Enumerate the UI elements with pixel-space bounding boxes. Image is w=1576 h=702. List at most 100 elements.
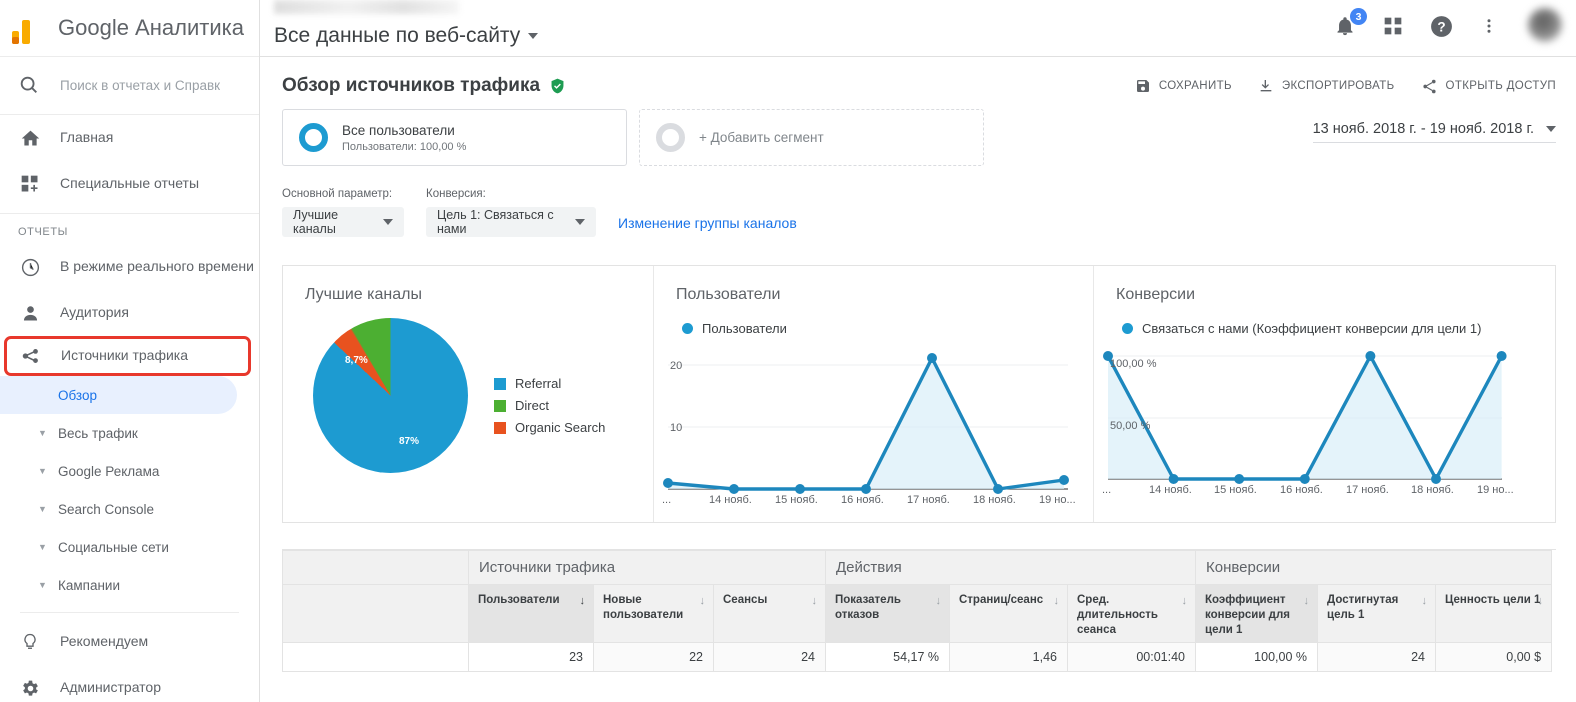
col-header-sessions[interactable]: Сеансы ↓ bbox=[713, 583, 826, 643]
users-ytick-20: 20 bbox=[670, 359, 683, 372]
legend-swatch-organic-icon bbox=[494, 421, 506, 434]
col-header-new-users-label: Новые пользователи bbox=[603, 593, 684, 621]
conversions-chart[interactable]: 100,00 % 50,00 % ... 14 нояб. 15 нояб. 1… bbox=[1094, 348, 1552, 498]
sidebar: Google Аналитика Поиск в отчетах и Справ… bbox=[0, 0, 260, 702]
sidebar-subitem-overview-label: Обзор bbox=[58, 387, 97, 403]
sidebar-item-acquisition[interactable]: Источники трафика bbox=[4, 336, 251, 376]
legend-label-referral: Referral bbox=[515, 376, 562, 391]
legend-item-referral[interactable]: Referral bbox=[494, 376, 605, 391]
sidebar-subitem-google-ads[interactable]: ▼ Google Реклама bbox=[0, 452, 259, 490]
sidebar-subitem-search-console[interactable]: ▼ Search Console bbox=[0, 490, 259, 528]
col-header-bounce-rate[interactable]: Показатель отказов ↓ bbox=[825, 583, 950, 643]
sidebar-subitem-campaigns[interactable]: ▼ Кампании bbox=[0, 566, 259, 604]
col-header-pages-per-session[interactable]: Страниц/сеанс ↓ bbox=[949, 583, 1068, 643]
chevron-down-icon: ▼ bbox=[38, 466, 47, 476]
sidebar-item-discover[interactable]: Рекомендуем bbox=[0, 619, 259, 665]
add-segment-button[interactable]: + Добавить сегмент bbox=[639, 109, 984, 166]
users-xtick-2: 15 нояб. bbox=[775, 493, 818, 506]
sidebar-section-reports: ОТЧЕТЫ bbox=[18, 226, 69, 238]
primary-dimension-group: Основной параметр: Лучшие каналы bbox=[282, 188, 404, 237]
sidebar-item-custom-reports[interactable]: Специальные отчеты bbox=[0, 161, 259, 207]
acquisition-icon bbox=[18, 344, 42, 368]
conversions-xtick-5: 18 нояб. bbox=[1411, 483, 1454, 496]
conversion-label: Конверсия: bbox=[426, 188, 486, 200]
avatar[interactable] bbox=[1528, 8, 1562, 42]
sidebar-item-realtime[interactable]: В режиме реального времени bbox=[0, 244, 259, 290]
save-button[interactable]: СОХРАНИТЬ bbox=[1135, 78, 1232, 94]
sidebar-subitem-overview[interactable]: Обзор bbox=[0, 376, 237, 414]
sidebar-item-realtime-label: В режиме реального времени bbox=[60, 258, 254, 275]
sidebar-subitem-google-ads-label: Google Реклама bbox=[58, 463, 160, 479]
conversions-card: Конверсии Связаться с нами (Коэффициент … bbox=[1093, 266, 1552, 522]
notifications-bell-icon[interactable]: 3 bbox=[1332, 8, 1367, 39]
chevron-down-icon bbox=[1546, 126, 1556, 132]
shield-check-icon bbox=[549, 77, 566, 95]
col-header-goal1-conv-rate[interactable]: Коэффициент конверсии для цели 1 ↓ bbox=[1195, 583, 1318, 643]
conversions-ytick-50: 50,00 % bbox=[1110, 419, 1151, 432]
legend-item-direct[interactable]: Direct bbox=[494, 398, 605, 413]
legend-swatch-referral-icon bbox=[494, 377, 506, 390]
page-header: Обзор источников трафика СОХРАНИТЬ ЭКСПО… bbox=[260, 57, 1576, 109]
pie-chart[interactable]: 8,7% 87% bbox=[313, 318, 468, 473]
conversions-legend: Связаться с нами (Коэффициент конверсии … bbox=[1094, 304, 1552, 338]
svg-text:?: ? bbox=[1437, 19, 1445, 34]
pie-label-direct: 8,7% bbox=[345, 355, 368, 366]
col-header-goal1-completions-label: Достигнутая цель 1 bbox=[1327, 593, 1399, 621]
top-channels-card: Лучшие каналы 8,7% 87% Referral Direct O… bbox=[283, 266, 653, 522]
table-row[interactable]: 23 22 24 54,17 % 1,46 00:01:40 100,00 % … bbox=[282, 641, 1553, 672]
sort-arrow-down-icon: ↓ bbox=[935, 594, 942, 607]
search-input[interactable]: Поиск в отчетах и Справк bbox=[0, 57, 259, 115]
segment-all-users[interactable]: Все пользователи Пользователи: 100,00 % bbox=[282, 109, 627, 166]
sidebar-subitem-social-label: Социальные сети bbox=[58, 539, 169, 555]
legend-item-organic[interactable]: Organic Search bbox=[494, 420, 605, 435]
brand-header[interactable]: Google Аналитика bbox=[0, 0, 259, 57]
export-button[interactable]: ЭКСПОРТИРОВАТЬ bbox=[1258, 78, 1395, 94]
legend-label-organic: Organic Search bbox=[515, 420, 606, 435]
sidebar-item-custom-reports-label: Специальные отчеты bbox=[60, 175, 200, 192]
top-channels-pie-area: 8,7% 87% Referral Direct Organic Search bbox=[283, 304, 653, 473]
topbar-icons: 3 ? bbox=[1332, 8, 1562, 56]
legend-label-direct: Direct bbox=[515, 398, 549, 413]
sidebar-item-admin-label: Администратор bbox=[60, 679, 162, 696]
col-header-goal1-value[interactable]: Ценность цели 1 ↓ bbox=[1434, 583, 1553, 643]
sidebar-item-discover-label: Рекомендуем bbox=[60, 633, 149, 650]
segment-all-users-sub: Пользователи: 100,00 % bbox=[342, 141, 467, 154]
sidebar-subitem-all-traffic[interactable]: ▼ Весь трафик bbox=[0, 414, 259, 452]
date-range-picker[interactable]: 13 нояб. 2018 г. - 19 нояб. 2018 г. bbox=[1312, 121, 1556, 143]
more-vert-icon[interactable] bbox=[1476, 13, 1502, 39]
sidebar-item-admin[interactable]: Администратор bbox=[0, 665, 259, 702]
col-header-users-label: Пользователи bbox=[478, 593, 560, 606]
primary-dimension-label: Основной параметр: bbox=[282, 188, 393, 200]
conversions-xtick-1: 14 нояб. bbox=[1149, 483, 1192, 496]
sidebar-subitem-all-traffic-label: Весь трафик bbox=[58, 425, 138, 441]
conversion-select[interactable]: Цель 1: Связаться с нами bbox=[426, 207, 596, 237]
help-icon[interactable]: ? bbox=[1428, 13, 1454, 39]
primary-dimension-select[interactable]: Лучшие каналы bbox=[282, 207, 404, 237]
col-header-goal1-completions[interactable]: Достигнутая цель 1 ↓ bbox=[1317, 583, 1436, 643]
cell-avg-session-duration: 00:01:40 bbox=[1067, 641, 1196, 672]
users-chart[interactable]: 20 10 ... 14 нояб. 15 нояб. 16 нояб. 17 … bbox=[654, 348, 1093, 508]
conversions-chart-svg bbox=[1103, 350, 1507, 484]
users-xtick-6: 19 но... bbox=[1039, 493, 1076, 506]
col-header-pages-per-session-label: Страниц/сеанс bbox=[959, 593, 1044, 606]
traffic-table-element: Источники трафика Действия Конверсии Пол… bbox=[282, 549, 1553, 672]
col-header-avg-session-duration[interactable]: Сред. длительность сеанса ↓ bbox=[1067, 583, 1196, 643]
col-header-bounce-rate-label: Показатель отказов bbox=[835, 593, 901, 621]
sidebar-item-home[interactable]: Главная bbox=[0, 115, 259, 161]
conversions-xtick-4: 17 нояб. bbox=[1346, 483, 1389, 496]
top-channels-title: Лучшие каналы bbox=[305, 286, 422, 303]
view-selector[interactable]: Все данные по веб-сайту bbox=[274, 24, 539, 56]
conversion-group: Конверсия: Цель 1: Связаться с нами bbox=[426, 188, 596, 237]
apps-grid-icon[interactable] bbox=[1380, 13, 1406, 39]
sidebar-item-acquisition-label: Источники трафика bbox=[61, 347, 189, 364]
group-header-conversions: Конверсии bbox=[1194, 549, 1553, 585]
sidebar-subitem-social[interactable]: ▼ Социальные сети bbox=[0, 528, 259, 566]
analytics-app: Google Аналитика Поиск в отчетах и Справ… bbox=[0, 0, 1576, 702]
share-button[interactable]: ОТКРЫТЬ ДОСТУП bbox=[1421, 78, 1556, 95]
sidebar-item-audience[interactable]: Аудитория bbox=[0, 290, 259, 336]
sort-arrow-down-icon: ↓ bbox=[579, 594, 586, 607]
col-header-users[interactable]: Пользователи ↓ bbox=[468, 583, 594, 643]
col-header-new-users[interactable]: Новые пользователи ↓ bbox=[593, 583, 714, 643]
channel-grouping-link[interactable]: Изменение группы каналов bbox=[618, 215, 797, 237]
users-xtick-1: 14 нояб. bbox=[709, 493, 752, 506]
